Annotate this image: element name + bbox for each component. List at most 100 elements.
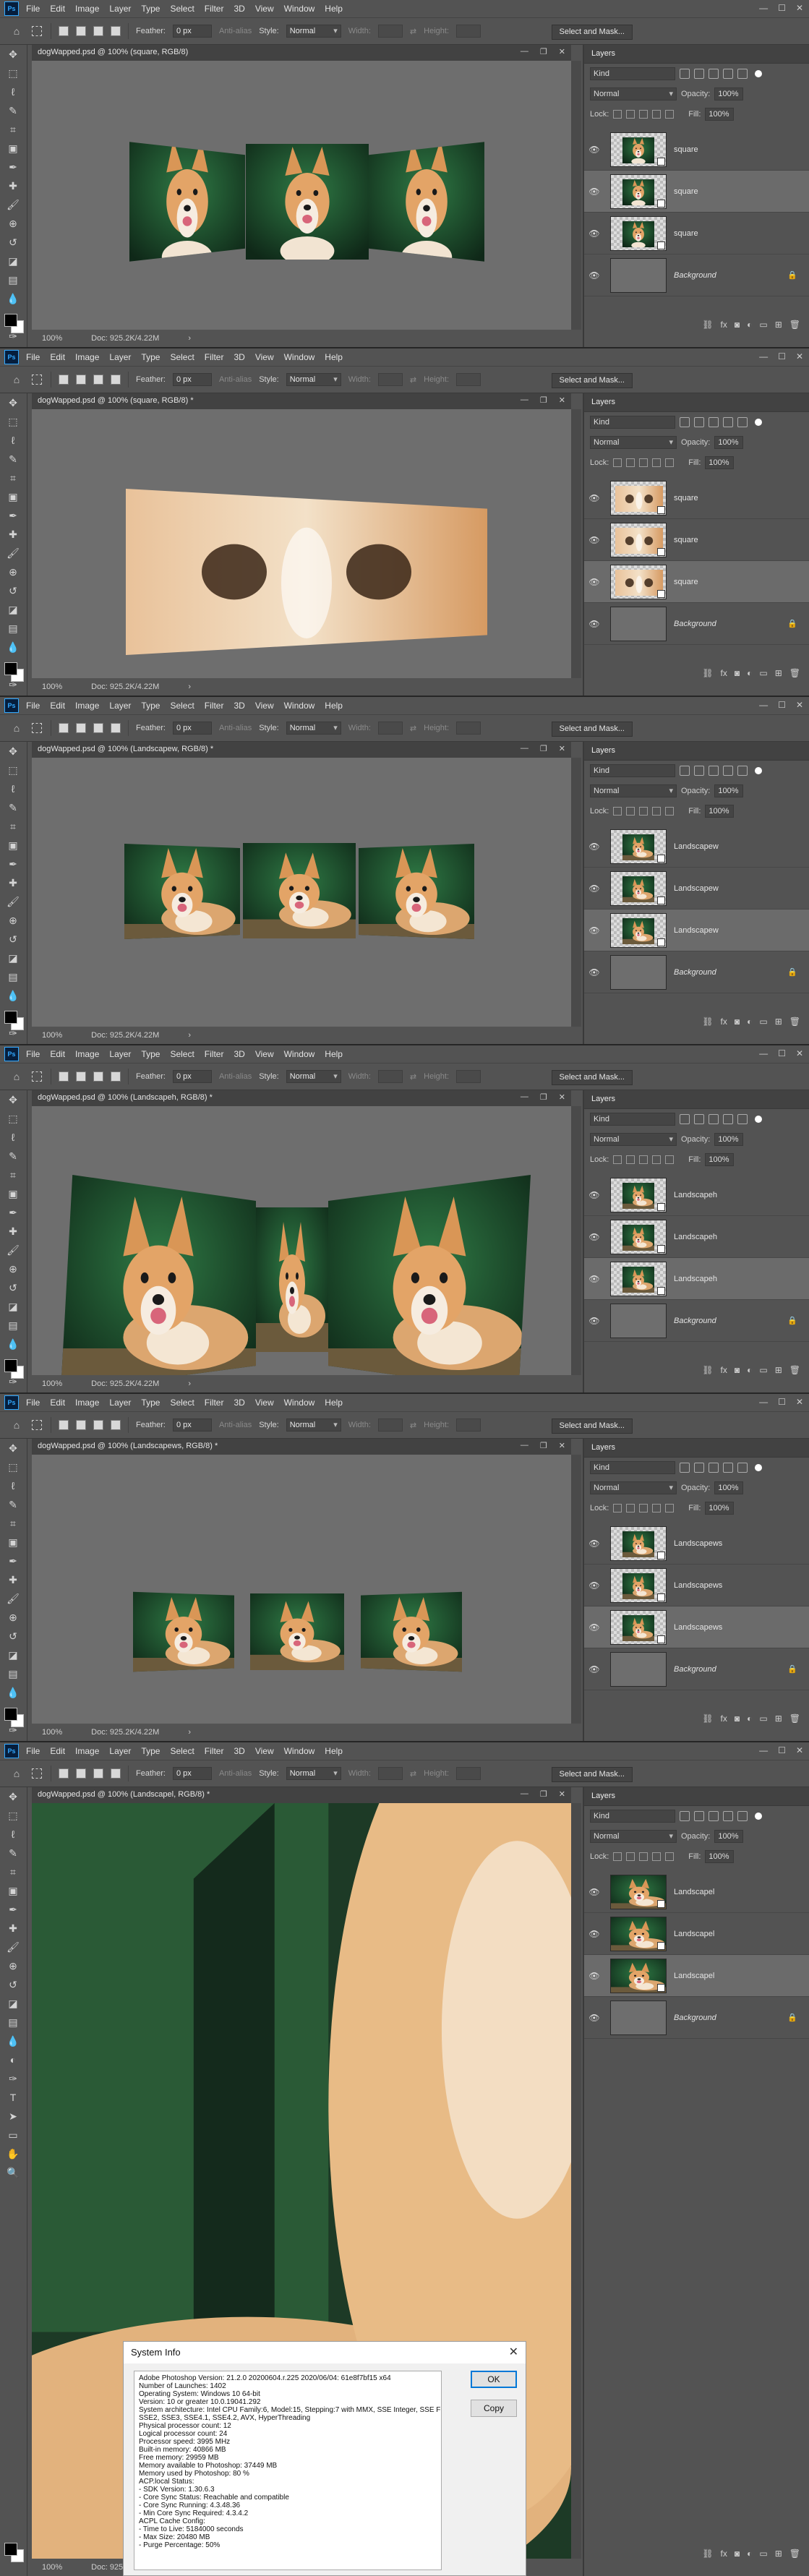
opacity-input[interactable]: 100%: [714, 1133, 744, 1146]
eraser-icon[interactable]: ◪: [0, 252, 26, 270]
layer-row[interactable]: 👁 Landscapel: [584, 1955, 809, 1997]
new-layer-icon[interactable]: ⊞: [775, 1713, 782, 1731]
visibility-eye-icon[interactable]: 👁: [584, 1929, 604, 1939]
width-input[interactable]: [377, 373, 403, 386]
blur-icon[interactable]: 💧: [0, 986, 26, 1005]
menu-item[interactable]: Type: [141, 701, 160, 711]
move-icon[interactable]: ✥: [0, 45, 26, 64]
lock-position-icon[interactable]: [639, 1504, 649, 1512]
layer-row[interactable]: 👁 Landscapeh: [584, 1174, 809, 1216]
lock-all-icon[interactable]: [665, 1155, 675, 1164]
menu-item[interactable]: Type: [141, 352, 160, 362]
menu-item[interactable]: Type: [141, 1746, 160, 1756]
visibility-eye-icon[interactable]: 👁: [584, 1232, 604, 1242]
lock-position-icon[interactable]: [639, 458, 649, 467]
height-input[interactable]: [456, 25, 481, 38]
menu-item[interactable]: Layer: [109, 1049, 131, 1059]
layer-name[interactable]: Landscapew: [674, 884, 719, 893]
vertical-scrollbar[interactable]: [571, 758, 581, 1027]
new-selection-icon[interactable]: [59, 1071, 69, 1082]
layer-name[interactable]: Landscapews: [674, 1539, 722, 1548]
subtract-selection-icon[interactable]: [93, 1420, 103, 1430]
eyedropper-icon[interactable]: ✒: [0, 855, 26, 873]
doc-restore-icon[interactable]: ❐: [540, 395, 547, 405]
layer-row[interactable]: 👁 square: [584, 477, 809, 519]
layer-name[interactable]: Background: [674, 620, 716, 628]
doc-minimize-icon[interactable]: —: [521, 395, 528, 405]
anti-alias-checkbox[interactable]: Anti-alias: [219, 1072, 252, 1081]
style-select[interactable]: Normal: [286, 722, 341, 735]
lasso-icon[interactable]: ℓ: [0, 1128, 26, 1147]
menu-item[interactable]: Window: [284, 1398, 315, 1408]
menu-item[interactable]: Edit: [50, 701, 65, 711]
color-swatches[interactable]: [4, 1708, 25, 1728]
lasso-icon[interactable]: ℓ: [0, 779, 26, 798]
gradient-icon[interactable]: ▤: [0, 270, 26, 289]
menu-item[interactable]: 3D: [234, 4, 244, 14]
blend-mode-select[interactable]: Normal: [590, 436, 677, 449]
layers-tab[interactable]: Layers: [584, 45, 809, 64]
visibility-eye-icon[interactable]: 👁: [584, 967, 604, 977]
vertical-scrollbar[interactable]: [571, 409, 581, 678]
marquee-icon[interactable]: ⬚: [0, 1806, 26, 1825]
layer-name[interactable]: Landscapel: [674, 1972, 714, 1980]
visibility-eye-icon[interactable]: 👁: [584, 883, 604, 894]
lasso-icon[interactable]: ℓ: [0, 1825, 26, 1844]
move-icon[interactable]: ✥: [0, 1090, 26, 1109]
zoom-level[interactable]: 100%: [42, 2563, 62, 2572]
layer-name[interactable]: Landscapeh: [674, 1191, 717, 1199]
quick-select-icon[interactable]: ✎: [0, 798, 26, 817]
group-icon[interactable]: ▭: [759, 1713, 767, 1731]
visibility-eye-icon[interactable]: 👁: [584, 1316, 604, 1326]
layer-name[interactable]: Landscapel: [674, 1930, 714, 1938]
link-layers-icon[interactable]: ⛓: [702, 1017, 713, 1034]
visibility-eye-icon[interactable]: 👁: [584, 187, 604, 197]
ok-button[interactable]: OK: [471, 2371, 517, 2388]
gradient-icon[interactable]: ▤: [0, 2013, 26, 2032]
lock-all-icon[interactable]: [665, 1504, 675, 1512]
layer-name[interactable]: square: [674, 578, 698, 586]
anti-alias-checkbox[interactable]: Anti-alias: [219, 724, 252, 732]
select-and-mask-button[interactable]: Select and Mask...: [551, 1070, 633, 1085]
menu-item[interactable]: Select: [170, 1746, 194, 1756]
menu-item[interactable]: Image: [75, 1049, 99, 1059]
eraser-icon[interactable]: ◪: [0, 600, 26, 619]
stamp-icon[interactable]: ⊕: [0, 1608, 26, 1627]
layer-name[interactable]: Background: [674, 2014, 716, 2022]
kind-filter-select[interactable]: Kind: [590, 764, 675, 777]
feather-input[interactable]: 0 px: [172, 1767, 212, 1780]
menu-item[interactable]: Help: [325, 701, 343, 711]
healing-icon[interactable]: ✚: [0, 176, 26, 195]
pixel-filter-icon[interactable]: [680, 1811, 690, 1821]
new-selection-icon[interactable]: [59, 1768, 69, 1779]
subtract-selection-icon[interactable]: [93, 723, 103, 733]
group-icon[interactable]: ▭: [759, 2549, 767, 2566]
layer-row-background[interactable]: 👁 Background 🔒: [584, 951, 809, 993]
layer-row-background[interactable]: 👁 Background 🔒: [584, 254, 809, 296]
anti-alias-checkbox[interactable]: Anti-alias: [219, 27, 252, 35]
feather-input[interactable]: 0 px: [172, 722, 212, 735]
feather-input[interactable]: 0 px: [172, 1418, 212, 1432]
height-input[interactable]: [456, 1070, 481, 1083]
menu-item[interactable]: Image: [75, 1746, 99, 1756]
pixel-filter-icon[interactable]: [680, 1463, 690, 1473]
smart-object-filter-icon[interactable]: [737, 69, 748, 79]
new-layer-icon[interactable]: ⊞: [775, 1017, 782, 1034]
layers-tab[interactable]: Layers: [584, 1439, 809, 1458]
opacity-input[interactable]: 100%: [714, 784, 744, 797]
layer-name[interactable]: Background: [674, 271, 716, 280]
layers-tab[interactable]: Layers: [584, 742, 809, 761]
crop-icon[interactable]: ⌗: [0, 468, 26, 487]
menu-item[interactable]: View: [255, 4, 274, 14]
home-icon[interactable]: ⌂: [10, 1418, 23, 1432]
adjustment-layer-icon[interactable]: ◐: [747, 320, 752, 337]
zoom-level[interactable]: 100%: [42, 682, 62, 691]
maximize-icon[interactable]: ☐: [778, 700, 786, 710]
marquee-preset-icon[interactable]: [30, 25, 43, 38]
swap-icon[interactable]: ⇄: [410, 375, 416, 385]
swap-icon[interactable]: ⇄: [410, 27, 416, 36]
layer-name[interactable]: Landscapews: [674, 1623, 722, 1632]
frame-icon[interactable]: ▣: [0, 1184, 26, 1203]
maximize-icon[interactable]: ☐: [778, 1397, 786, 1407]
smart-object-filter-icon[interactable]: [737, 1114, 748, 1124]
